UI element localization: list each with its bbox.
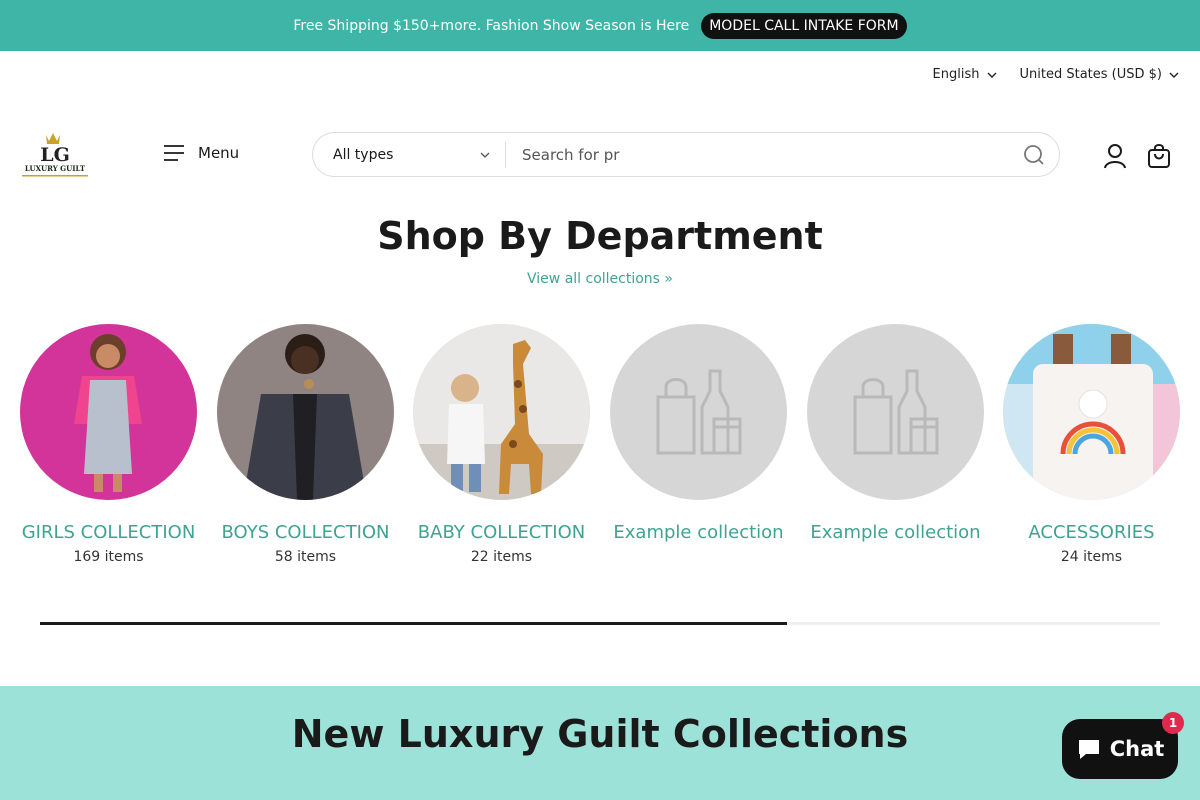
search-icon (1024, 144, 1044, 165)
collection-card-girls[interactable]: GIRLS COLLECTION 169 items (20, 324, 197, 565)
chat-notification-badge: 1 (1162, 712, 1184, 734)
locale-selectors: English United States (USD $) (933, 67, 1180, 82)
chat-button[interactable]: Chat (1062, 719, 1178, 779)
carousel-scrollbar[interactable] (40, 622, 1160, 625)
collection-card-boys[interactable]: BOYS COLLECTION 58 items (217, 324, 394, 565)
collection-card-baby[interactable]: BABY COLLECTION 22 items (413, 324, 590, 565)
collection-count: 24 items (1060, 549, 1123, 565)
logo-wordmark: LUXURY GUILT (25, 164, 86, 173)
product-type-label: All types (333, 146, 394, 163)
announcement-text: Free Shipping $150+more. Fashion Show Se… (293, 17, 690, 34)
view-all-collections-link[interactable]: View all collections » (0, 271, 1200, 287)
language-selector[interactable]: English (933, 67, 998, 82)
chevron-down-icon (987, 72, 996, 78)
shopping-bag-placeholder-icon (853, 369, 938, 455)
collection-name: Example collection (613, 522, 784, 543)
collection-image (610, 324, 787, 500)
announcement-bar: Free Shipping $150+more. Fashion Show Se… (0, 0, 1200, 51)
collection-card-accessories[interactable]: ACCESSORIES 24 items (1003, 324, 1180, 565)
hamburger-icon (164, 145, 184, 161)
boy-denim-jacket-photo (217, 324, 394, 500)
country-label: United States (USD $) (1019, 67, 1163, 82)
account-icon[interactable] (1103, 143, 1127, 169)
menu-button[interactable]: Menu (164, 144, 239, 162)
model-call-button[interactable]: MODEL CALL INTAKE FORM (701, 12, 907, 39)
country-selector[interactable]: United States (USD $) (1020, 67, 1181, 82)
toddler-giraffe-photo (413, 324, 590, 500)
collection-image (1003, 324, 1180, 500)
collection-name: GIRLS COLLECTION (21, 522, 196, 543)
collection-count: 22 items (470, 549, 533, 565)
chevron-down-icon (1169, 72, 1179, 78)
collection-name: BOYS COLLECTION (221, 522, 390, 543)
logo-monogram: LG (40, 144, 70, 166)
girl-pink-jacket-photo (20, 324, 197, 500)
section-title: Shop By Department (377, 214, 823, 258)
language-label: English (932, 67, 980, 82)
chat-bubble-icon (1078, 740, 1099, 759)
cart-icon[interactable] (1147, 143, 1171, 169)
collection-image (20, 324, 197, 500)
product-type-select[interactable]: All types (313, 133, 505, 176)
collection-count: 169 items (73, 549, 144, 565)
menu-label: Menu (198, 144, 240, 162)
search-submit-button[interactable] (1009, 133, 1059, 176)
site-header: LG LUXURY GUILT Menu All types (0, 125, 1200, 185)
chevron-down-icon (480, 152, 490, 158)
shopping-bag-placeholder-icon (656, 369, 741, 455)
search-bar: All types (312, 132, 1060, 177)
collection-image (413, 324, 590, 500)
collection-card-example-2[interactable]: Example collection (807, 324, 984, 549)
luxury-guilt-logo[interactable]: LG LUXURY GUILT (20, 131, 90, 179)
collection-image (217, 324, 394, 500)
collection-count: 58 items (274, 549, 337, 565)
collection-name: ACCESSORIES (1028, 522, 1155, 543)
carousel-scrollbar-thumb[interactable] (40, 622, 788, 625)
collection-name: BABY COLLECTION (417, 522, 586, 543)
collection-card-example-1[interactable]: Example collection (610, 324, 787, 549)
collection-image (807, 324, 984, 500)
rainbow-bag-photo (1003, 324, 1180, 500)
search-input[interactable] (506, 133, 1009, 176)
new-collections-title: New Luxury Guilt Collections (291, 712, 909, 756)
chat-label: Chat (1109, 737, 1165, 761)
collection-name: Example collection (810, 522, 981, 543)
